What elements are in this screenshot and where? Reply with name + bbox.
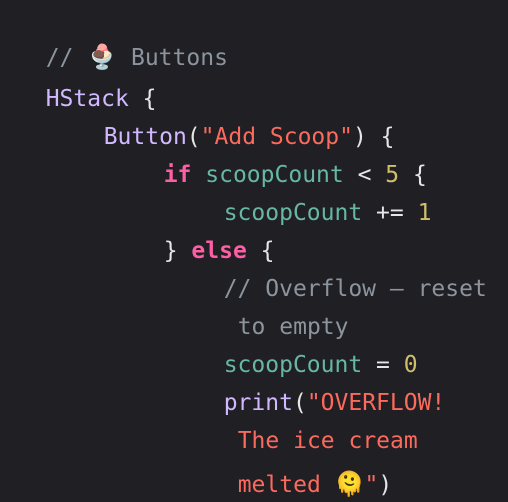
code-line-9: scoopCount = 0 — [196, 314, 418, 378]
string-literal: melted — [237, 472, 335, 498]
operator: += — [362, 200, 418, 226]
code-line-6: } else { — [136, 200, 275, 264]
brace-close: } — [163, 238, 192, 264]
code-line-11: The ice cream — [210, 390, 418, 454]
number-literal: 1 — [417, 200, 432, 226]
paren-close: ) — [378, 472, 393, 498]
code-line-7: // Overflow — reset — [196, 238, 487, 302]
melting-face-icon: 🫠 — [334, 470, 365, 498]
code-line-12: melted 🫠") — [210, 433, 393, 498]
code-line-8: to empty — [210, 276, 349, 340]
code-editor: { "code": { "l1": { "comment_prefix": "/… — [0, 0, 508, 498]
code-line-5: scoopCount += 1 — [196, 162, 432, 226]
code-line-4: if scoopCount < 5 { — [136, 124, 427, 188]
code-line-1: // 🍨 Buttons — [18, 6, 228, 71]
code-line-2: HStack { — [18, 48, 157, 112]
keyword-if: if — [163, 162, 192, 188]
string-quote: " — [364, 472, 379, 498]
code-line-10: print("OVERFLOW! — [196, 352, 446, 416]
code-line-3: Button("Add Scoop") { — [76, 86, 395, 150]
